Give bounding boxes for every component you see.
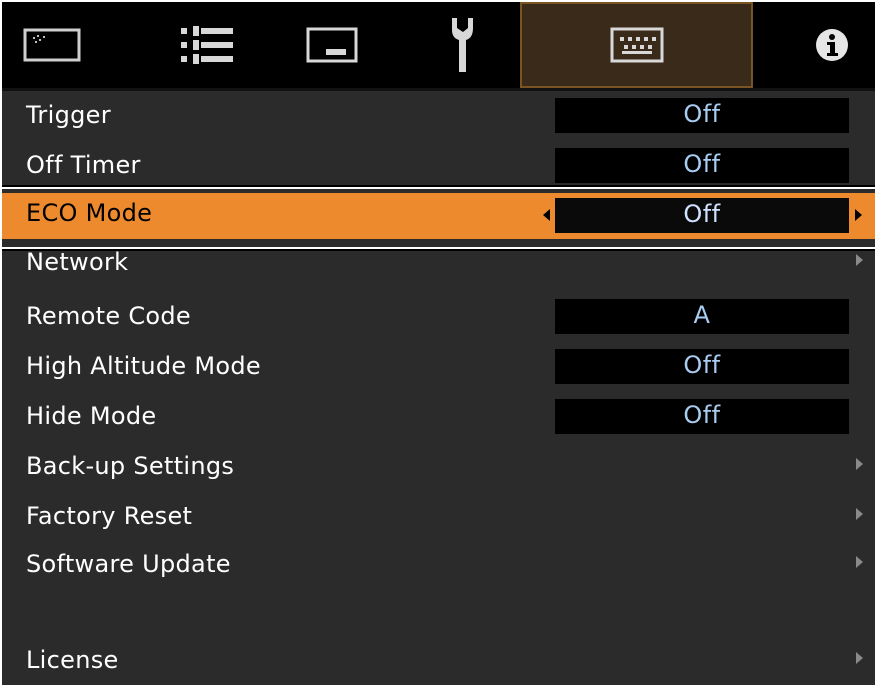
chevron-right-icon [856,254,863,266]
wrench-icon [452,18,473,72]
menu-row-hide-mode[interactable]: Hide Mode Off [2,394,875,444]
chevron-right-icon [856,652,863,664]
menu-label: Hide Mode [26,402,157,430]
picture-icon [23,28,80,62]
menu-label: Back-up Settings [26,452,235,480]
arrow-right-icon[interactable] [855,209,862,221]
menu-label: License [26,646,119,674]
value-field[interactable]: Off [555,148,849,183]
tab-display[interactable] [282,2,382,88]
value-field[interactable]: Off [555,349,849,384]
menu-row-factory-reset[interactable]: Factory Reset [2,494,875,544]
tab-setup[interactable] [412,2,512,88]
value-field[interactable]: Off [555,198,849,233]
menu-value: Off [683,351,721,379]
chevron-right-icon [856,508,863,520]
value-field[interactable]: Off [555,98,849,133]
menu-row-trigger[interactable]: Trigger Off [2,93,875,143]
menu-value: Off [683,150,721,178]
menu-value: Off [683,200,721,228]
menu-label: Software Update [26,550,231,578]
chevron-right-icon [856,556,863,568]
adjust-sliders-icon [181,26,233,64]
menu-value: A [693,301,711,329]
arrow-left-icon[interactable] [543,209,550,221]
menu-label: Factory Reset [26,502,193,530]
menu-row-backup-settings[interactable]: Back-up Settings [2,444,875,494]
value-field[interactable]: Off [555,399,849,434]
menu-value: Off [683,401,721,429]
menu-tab-bar [2,2,875,88]
tab-information[interactable] [792,2,872,88]
tab-installation[interactable] [520,2,753,88]
menu-label: Trigger [26,101,111,129]
info-icon [816,29,848,61]
tab-divider [2,88,875,91]
osd-menu-window: Trigger Off Off Timer Off ECO Mode Off N… [2,2,875,685]
menu-value: Off [683,100,721,128]
tab-picture[interactable] [2,2,101,88]
menu-label: Network [26,248,129,276]
menu-row-eco-mode[interactable]: ECO Mode Off [2,185,875,251]
menu-row-remote-code[interactable]: Remote Code A [2,294,875,344]
menu-row-high-altitude-mode[interactable]: High Altitude Mode Off [2,344,875,394]
menu-row-off-timer[interactable]: Off Timer Off [2,143,875,193]
value-field[interactable]: A [555,299,849,334]
menu-label: Off Timer [26,151,141,179]
chevron-right-icon [856,458,863,470]
tab-adjust[interactable] [152,2,262,88]
menu-label: High Altitude Mode [26,352,261,380]
keyboard-icon [610,27,663,63]
menu-row-software-update[interactable]: Software Update [2,542,875,592]
menu-label: ECO Mode [26,199,153,227]
menu-row-network[interactable]: Network [2,242,875,292]
menu-row-license[interactable]: License [2,638,875,685]
menu-label: Remote Code [26,302,191,330]
display-icon [306,27,358,63]
